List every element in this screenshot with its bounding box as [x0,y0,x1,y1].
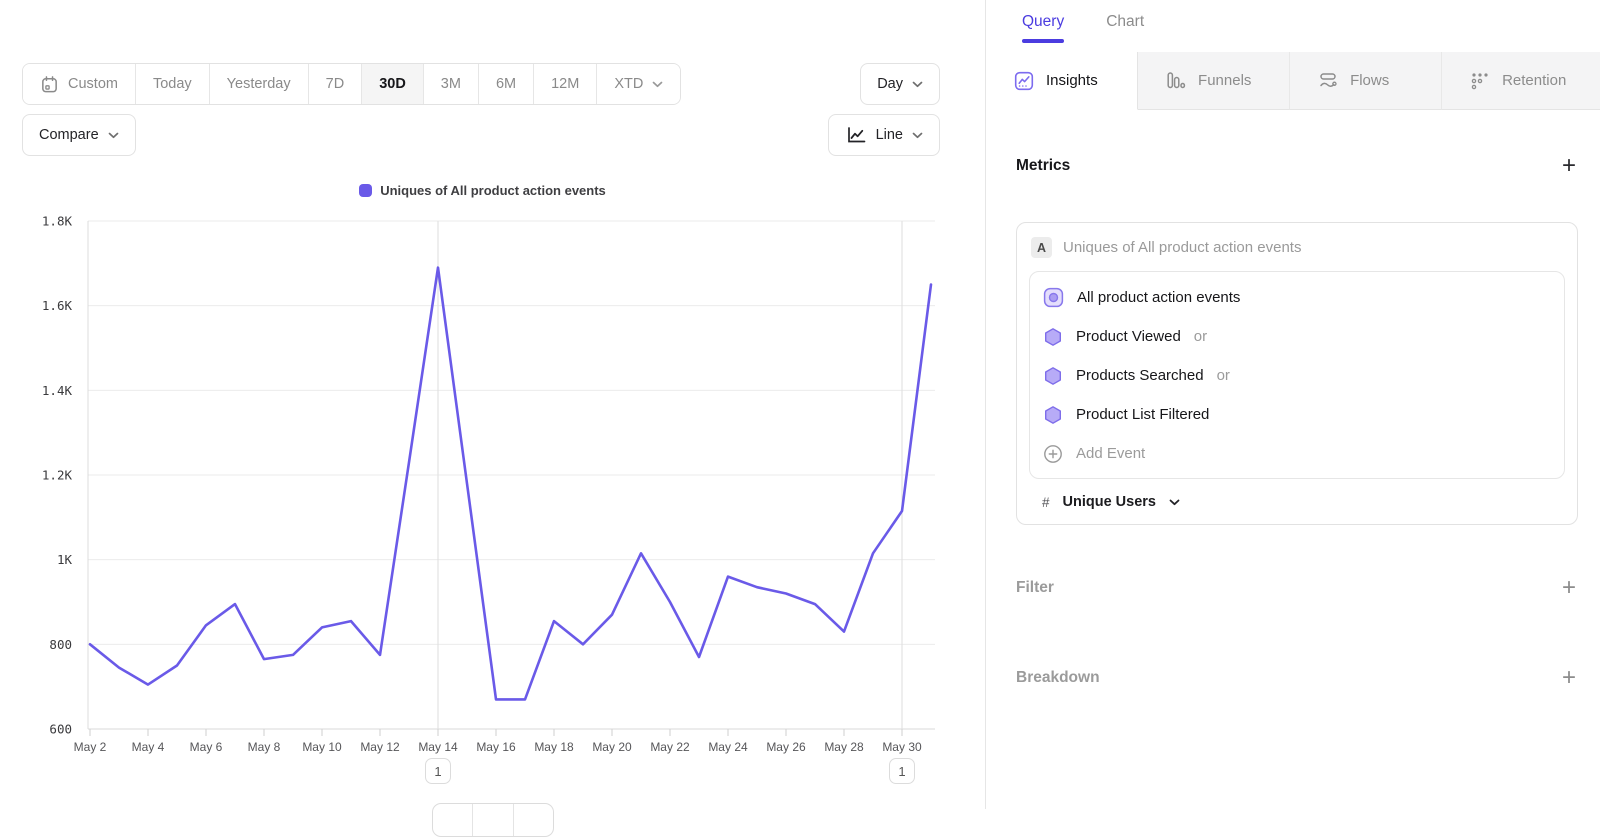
event-row-product-viewed[interactable]: Product Viewed or [1030,317,1564,356]
hexagon-event-icon [1043,405,1063,425]
legend-swatch [359,184,372,197]
chart-legend[interactable]: Uniques of All product action events [0,183,965,198]
svg-text:May 12: May 12 [360,740,400,754]
tab-chart[interactable]: Chart [1106,13,1144,43]
range-6m-button[interactable]: 6M [478,64,533,104]
hexagon-event-icon [1043,327,1063,347]
svg-text:May 16: May 16 [476,740,516,754]
filter-heading: Filter [1016,579,1054,597]
svg-text:May 2: May 2 [74,740,107,754]
event-row-products-searched[interactable]: Products Searched or [1030,356,1564,395]
chevron-down-icon [652,81,663,88]
chevron-down-icon [1169,499,1180,506]
filter-section-header: Filter + [1016,578,1576,598]
range-custom-button[interactable]: Custom [23,64,135,104]
svg-text:May 22: May 22 [650,740,690,754]
metrics-section-header: Metrics + [1016,156,1576,176]
measure-dropdown[interactable]: # Unique Users [1029,479,1565,516]
svg-text:1.6K: 1.6K [42,298,73,313]
chevron-down-icon [912,81,923,88]
svg-text:May 14: May 14 [418,740,458,754]
range-30d-button[interactable]: 30D [361,64,423,104]
svg-text:1K: 1K [57,552,73,567]
query-panel: Query Chart Insights Funnels Flows [985,0,1600,809]
add-metric-button[interactable]: + [1562,156,1576,176]
svg-text:May 18: May 18 [534,740,574,754]
annotation-mini-toolbar[interactable] [432,803,554,837]
svg-text:May 10: May 10 [302,740,342,754]
range-3m-button[interactable]: 3M [423,64,478,104]
svg-text:May 6: May 6 [190,740,223,754]
svg-text:800: 800 [49,637,72,652]
number-icon: # [1042,495,1050,510]
tab-insights[interactable]: Insights [986,52,1138,110]
series-title: Uniques of All product action events [1063,239,1301,256]
active-tab-underline [1022,39,1064,43]
retention-icon [1470,71,1490,91]
svg-text:1.4K: 1.4K [42,383,73,398]
plus-circle-icon [1043,444,1063,464]
breakdown-section-header: Breakdown + [1016,668,1576,688]
annotation-badge[interactable]: 1 [425,758,451,784]
add-event-button[interactable]: Add Event [1030,434,1564,473]
line-chart-plot[interactable]: 600 800 1K 1.2K 1.4K 1.6K 1.8K May 2 May 4 May 6 M… [0,210,985,809]
tab-flows[interactable]: Flows [1290,52,1442,110]
svg-text:May 4: May 4 [132,740,165,754]
range-7d-button[interactable]: 7D [308,64,362,104]
chart-type-dropdown[interactable]: Line [828,114,940,156]
line-chart-icon [845,125,867,145]
svg-text:600: 600 [49,722,72,737]
event-group-icon [1043,287,1064,308]
panel-mode-tabs: Query Chart [1022,13,1144,43]
svg-text:May 8: May 8 [248,740,281,754]
range-today-button[interactable]: Today [135,64,209,104]
annotation-badge[interactable]: 1 [889,758,915,784]
insights-icon [1014,71,1034,91]
svg-text:May 28: May 28 [824,740,864,754]
svg-text:1.8K: 1.8K [42,214,73,229]
compare-dropdown[interactable]: Compare [22,114,136,156]
flows-icon [1318,71,1338,91]
svg-text:May 24: May 24 [708,740,748,754]
interval-dropdown[interactable]: Day [860,63,940,105]
tab-retention[interactable]: Retention [1442,52,1600,110]
range-yesterday-button[interactable]: Yesterday [209,64,308,104]
chart-panel: Custom Today Yesterday 7D 30D 3M 6M 12M … [0,0,985,809]
report-type-tabs: Insights Funnels Flows Retention [986,52,1600,110]
series-letter-badge: A [1031,237,1052,258]
legend-label: Uniques of All product action events [380,183,606,198]
event-list: All product action events Product Viewed… [1029,271,1565,479]
svg-text:May 20: May 20 [592,740,632,754]
metric-card: A Uniques of All product action events A… [1016,222,1578,525]
svg-text:May 30: May 30 [882,740,922,754]
metrics-heading: Metrics [1016,157,1070,175]
chevron-down-icon [108,132,119,139]
svg-text:May 26: May 26 [766,740,806,754]
metric-series-header[interactable]: A Uniques of All product action events [1029,236,1565,258]
breakdown-heading: Breakdown [1016,669,1100,687]
date-range-picker: Custom Today Yesterday 7D 30D 3M 6M 12M … [22,63,681,105]
chevron-down-icon [912,132,923,139]
svg-text:1.2K: 1.2K [42,468,73,483]
event-row-product-list-filtered[interactable]: Product List Filtered [1030,395,1564,434]
range-12m-button[interactable]: 12M [533,64,596,104]
toolbar-secondary: Compare Line [22,114,940,156]
hexagon-event-icon [1043,366,1063,386]
toolbar-primary: Custom Today Yesterday 7D 30D 3M 6M 12M … [22,63,940,105]
event-row-all-product-action-events[interactable]: All product action events [1030,277,1564,317]
range-xtd-button[interactable]: XTD [596,64,680,104]
tab-funnels[interactable]: Funnels [1138,52,1290,110]
calendar-icon [40,75,59,94]
add-breakdown-button[interactable]: + [1562,668,1576,688]
add-filter-button[interactable]: + [1562,578,1576,598]
range-label: Custom [68,76,118,92]
tab-query[interactable]: Query [1022,13,1064,43]
funnels-icon [1166,71,1186,91]
